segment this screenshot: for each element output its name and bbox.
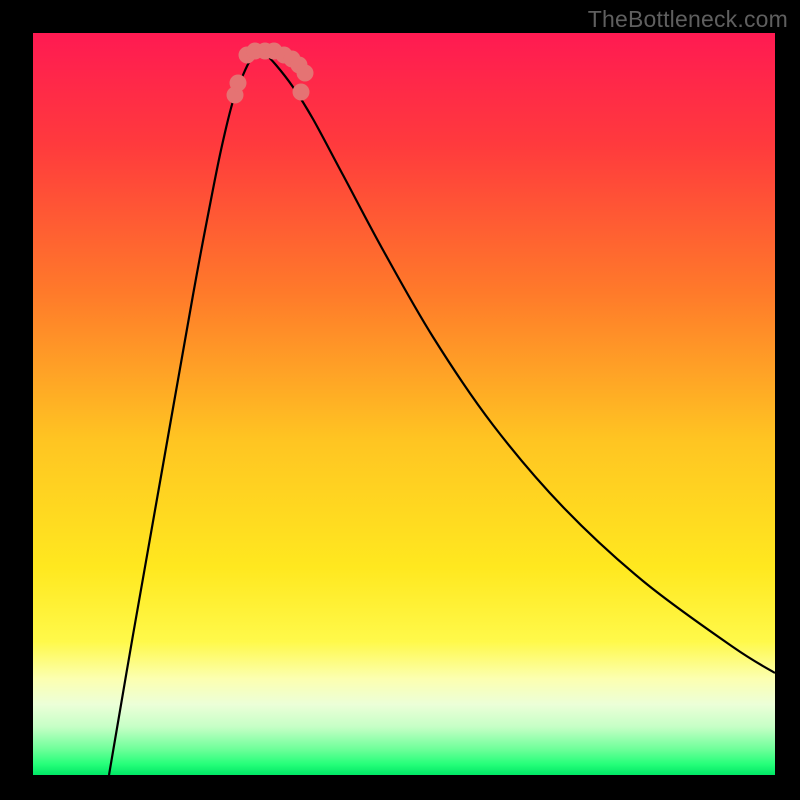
watermark-text: TheBottleneck.com	[588, 6, 788, 33]
marker-dot	[297, 65, 314, 82]
marker-dot	[293, 84, 310, 101]
plot-area	[33, 33, 775, 775]
chart-frame: TheBottleneck.com	[0, 0, 800, 800]
marker-dot	[230, 75, 247, 92]
bottleneck-curve	[33, 33, 775, 775]
